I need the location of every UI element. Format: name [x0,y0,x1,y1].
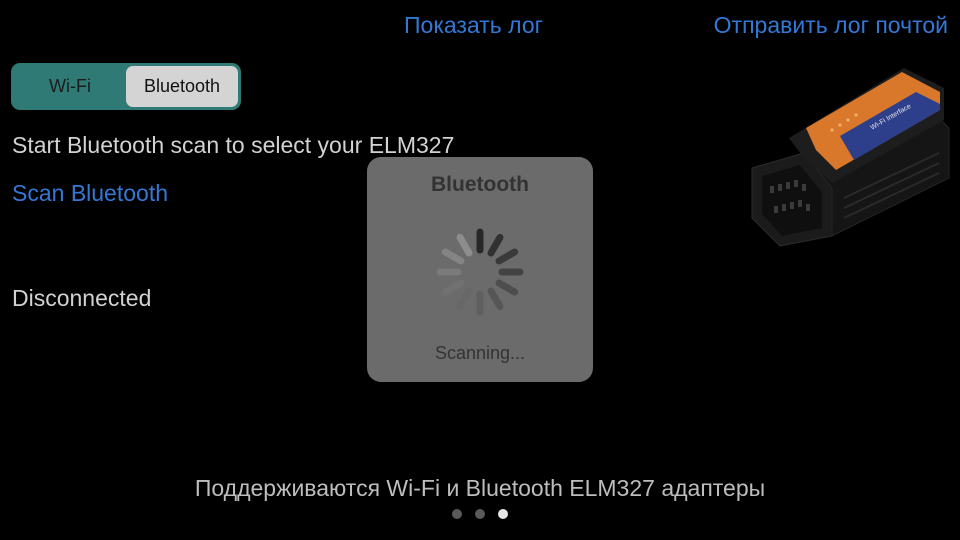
hud-title: Bluetooth [431,173,529,196]
hud-message: Scanning... [434,343,526,363]
obd2-adapter-image: Wi-Fi Interface [751,68,950,247]
spinner-spoke [441,279,465,296]
spinner-spoke [495,279,519,296]
instruction-text: Start Bluetooth scan to select your ELM3… [12,132,455,158]
send-log-email-link[interactable]: Отправить лог почтой [714,12,948,39]
scanning-progress-hud: Bluetooth Scanning... [367,157,593,382]
scan-bluetooth-button[interactable]: Scan Bluetooth [12,180,168,207]
spinner-spoke [441,248,465,265]
show-log-link[interactable]: Показать лог [404,12,543,39]
spinner-spoke [487,287,504,311]
segment-wifi[interactable]: Wi-Fi [14,66,126,107]
connection-status: Disconnected [12,285,152,311]
page-dot[interactable] [452,509,462,519]
page-dot[interactable] [475,509,485,519]
footer-caption: Поддерживаются Wi-Fi и Bluetooth ELM327 … [194,475,766,501]
spinner-spoke [456,233,473,257]
connection-type-segmented-control: Wi-Fi Bluetooth [11,63,241,110]
page-dot-current[interactable] [498,509,508,519]
page-indicator[interactable] [0,509,960,519]
screen: Показать лог Отправить лог почтой Wi-Fi … [0,0,960,540]
segment-bluetooth[interactable]: Bluetooth [126,66,238,107]
spinner-spoke [456,287,473,311]
activity-spinner-icon [436,228,524,316]
spinner-spoke [495,248,519,265]
spinner-spoke [487,233,504,257]
